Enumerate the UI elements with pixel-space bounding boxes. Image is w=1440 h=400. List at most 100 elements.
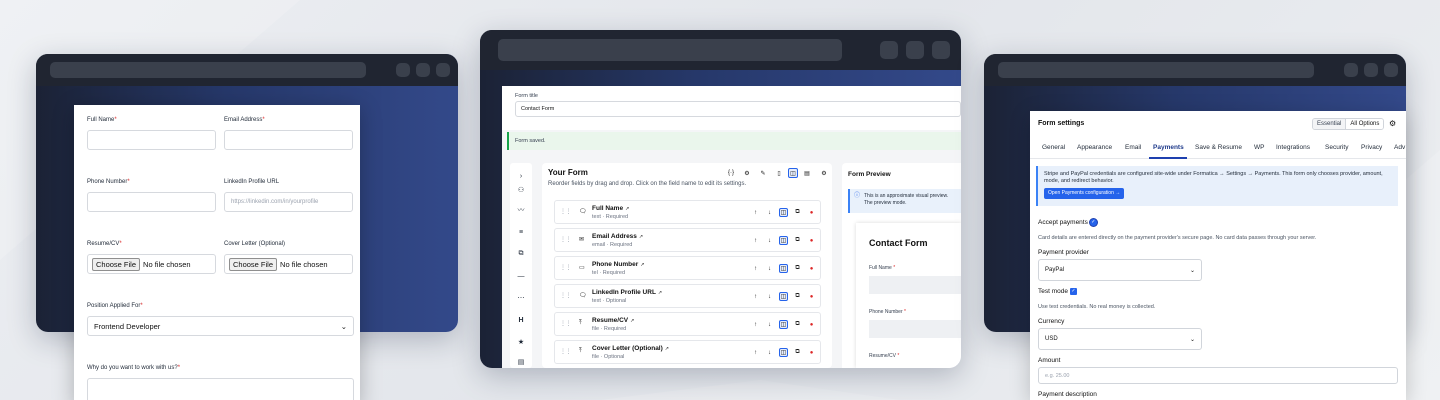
paragraph-icon[interactable]: ≡: [514, 225, 528, 239]
window-button[interactable]: [1364, 63, 1378, 77]
tab-email[interactable]: Email: [1125, 144, 1141, 151]
form-field-row[interactable]: ⋮ ⋮ ▭ Phone Number ↗ tel · Required ↑ ↓ ◫…: [554, 256, 821, 280]
delete-icon[interactable]: ●: [807, 320, 816, 329]
full-name-input[interactable]: [87, 130, 216, 150]
field-name[interactable]: Resume/CV ↗: [592, 317, 634, 324]
tab-appearance[interactable]: Appearance: [1077, 144, 1112, 151]
test-mode-checkbox[interactable]: Test mode ✓: [1038, 288, 1077, 295]
desktop-icon[interactable]: ▤: [802, 168, 812, 178]
choose-file-button[interactable]: Choose File: [92, 257, 141, 271]
window-button[interactable]: [416, 63, 430, 77]
move-up-icon[interactable]: ↑: [751, 208, 760, 217]
form-field-row[interactable]: ⋮ ⋮ 🗨 Full Name ↗ text · Required ↑ ↓ ◫ ⧉…: [554, 200, 821, 224]
address-bar[interactable]: [50, 62, 366, 78]
window-button[interactable]: [396, 63, 410, 77]
chevron-right-icon[interactable]: ›: [514, 169, 528, 183]
move-down-icon[interactable]: ↓: [765, 264, 774, 273]
fields-icon[interactable]: ⚇: [514, 183, 528, 197]
drag-handle-icon[interactable]: ⋮ ⋮: [560, 236, 572, 243]
width-toggle-icon[interactable]: ◫: [779, 292, 788, 301]
tab-advanced[interactable]: Adv: [1394, 144, 1405, 151]
position-select[interactable]: Frontend Developer ⌄: [87, 316, 354, 336]
move-up-icon[interactable]: ↑: [751, 320, 760, 329]
drag-handle-icon[interactable]: ⋮ ⋮: [560, 292, 572, 299]
width-toggle-icon[interactable]: ◫: [779, 208, 788, 217]
preview-settings-icon[interactable]: ⚙: [819, 168, 829, 178]
more-icon[interactable]: ⋯: [514, 291, 528, 305]
duplicate-icon[interactable]: ⧉: [793, 236, 802, 245]
signature-icon[interactable]: 〰: [514, 203, 528, 217]
form-field-row[interactable]: ⋮ ⋮ 🗨 LinkedIn Profile URL ↗ text · Optio…: [554, 284, 821, 308]
amount-input[interactable]: e.g. 25.00: [1038, 367, 1398, 384]
move-down-icon[interactable]: ↓: [765, 236, 774, 245]
tab-payments[interactable]: Payments: [1153, 144, 1184, 151]
email-input[interactable]: [224, 130, 353, 150]
currency-select[interactable]: USD ⌄: [1038, 328, 1202, 350]
options-toggle[interactable]: Essential All Options: [1312, 118, 1385, 130]
delete-icon[interactable]: ●: [807, 264, 816, 273]
mobile-icon[interactable]: ▯: [774, 168, 784, 178]
drag-handle-icon[interactable]: ⋮ ⋮: [560, 320, 572, 327]
field-name[interactable]: Email Address ↗: [592, 233, 643, 240]
tab-privacy[interactable]: Privacy: [1361, 144, 1382, 151]
window-button[interactable]: [880, 41, 898, 59]
move-up-icon[interactable]: ↑: [751, 292, 760, 301]
delete-icon[interactable]: ●: [807, 292, 816, 301]
delete-icon[interactable]: ●: [807, 208, 816, 217]
duplicate-icon[interactable]: ⧉: [793, 208, 802, 217]
file-icon[interactable]: ⧉: [514, 247, 528, 261]
window-button[interactable]: [1344, 63, 1358, 77]
form-field-row[interactable]: ⋮ ⋮ ✉ Email Address ↗ email · Required ↑ …: [554, 228, 821, 252]
document-icon[interactable]: ▤: [514, 355, 528, 368]
move-down-icon[interactable]: ↓: [765, 208, 774, 217]
tab-integrations[interactable]: Integrations: [1276, 144, 1310, 151]
width-toggle-icon[interactable]: ◫: [779, 348, 788, 357]
form-field-row[interactable]: ⋮ ⋮ ⤒ Resume/CV ↗ file · Required ↑ ↓ ◫ ⧉…: [554, 312, 821, 336]
window-button[interactable]: [906, 41, 924, 59]
move-down-icon[interactable]: ↓: [765, 320, 774, 329]
delete-icon[interactable]: ●: [807, 348, 816, 357]
duplicate-icon[interactable]: ⧉: [793, 348, 802, 357]
form-title-input[interactable]: Contact Form: [515, 101, 961, 117]
move-up-icon[interactable]: ↑: [751, 236, 760, 245]
width-toggle-icon[interactable]: ◫: [779, 236, 788, 245]
gear-icon[interactable]: ⚙: [1389, 119, 1396, 128]
divider-icon[interactable]: —: [514, 269, 528, 283]
why-textarea[interactable]: [87, 378, 354, 400]
move-down-icon[interactable]: ↓: [765, 292, 774, 301]
provider-select[interactable]: PayPal ⌄: [1038, 259, 1202, 281]
linkedin-input[interactable]: https://linkedin.com/in/yourprofile: [224, 192, 353, 212]
duplicate-icon[interactable]: ⧉: [793, 264, 802, 273]
width-toggle-icon[interactable]: ◫: [779, 320, 788, 329]
cover-letter-file-input[interactable]: Choose File No file chosen: [224, 254, 353, 274]
move-up-icon[interactable]: ↑: [751, 264, 760, 273]
drag-handle-icon[interactable]: ⋮ ⋮: [560, 208, 572, 215]
tablet-icon[interactable]: ◫: [788, 168, 798, 178]
field-name[interactable]: LinkedIn Profile URL ↗: [592, 289, 662, 296]
drag-handle-icon[interactable]: ⋮ ⋮: [560, 348, 572, 355]
settings-icon[interactable]: ⚙: [742, 168, 752, 178]
code-icon[interactable]: {·}: [726, 168, 736, 178]
move-down-icon[interactable]: ↓: [765, 348, 774, 357]
drag-handle-icon[interactable]: ⋮ ⋮: [560, 264, 572, 271]
form-field-row[interactable]: ⋮ ⋮ ⤒ Cover Letter (Optional) ↗ file · Op…: [554, 340, 821, 364]
accept-payments-checkbox[interactable]: Accept payments ✓: [1038, 219, 1097, 226]
open-payments-config-button[interactable]: Open Payments configuration →: [1044, 188, 1125, 199]
window-button[interactable]: [932, 41, 950, 59]
window-button[interactable]: [1384, 63, 1398, 77]
duplicate-icon[interactable]: ⧉: [793, 292, 802, 301]
width-toggle-icon[interactable]: ◫: [779, 264, 788, 273]
tab-security[interactable]: Security: [1325, 144, 1348, 151]
field-name[interactable]: Phone Number ↗: [592, 261, 644, 268]
field-name[interactable]: Full Name ↗: [592, 205, 629, 212]
phone-input[interactable]: [87, 192, 216, 212]
resume-file-input[interactable]: Choose File No file chosen: [87, 254, 216, 274]
duplicate-icon[interactable]: ⧉: [793, 320, 802, 329]
window-button[interactable]: [436, 63, 450, 77]
choose-file-button[interactable]: Choose File: [229, 257, 278, 271]
tab-wp[interactable]: WP: [1254, 144, 1264, 151]
toggle-essential[interactable]: Essential: [1313, 119, 1346, 129]
field-name[interactable]: Cover Letter (Optional) ↗: [592, 345, 669, 352]
tab-save-resume[interactable]: Save & Resume: [1195, 144, 1242, 151]
move-up-icon[interactable]: ↑: [751, 348, 760, 357]
